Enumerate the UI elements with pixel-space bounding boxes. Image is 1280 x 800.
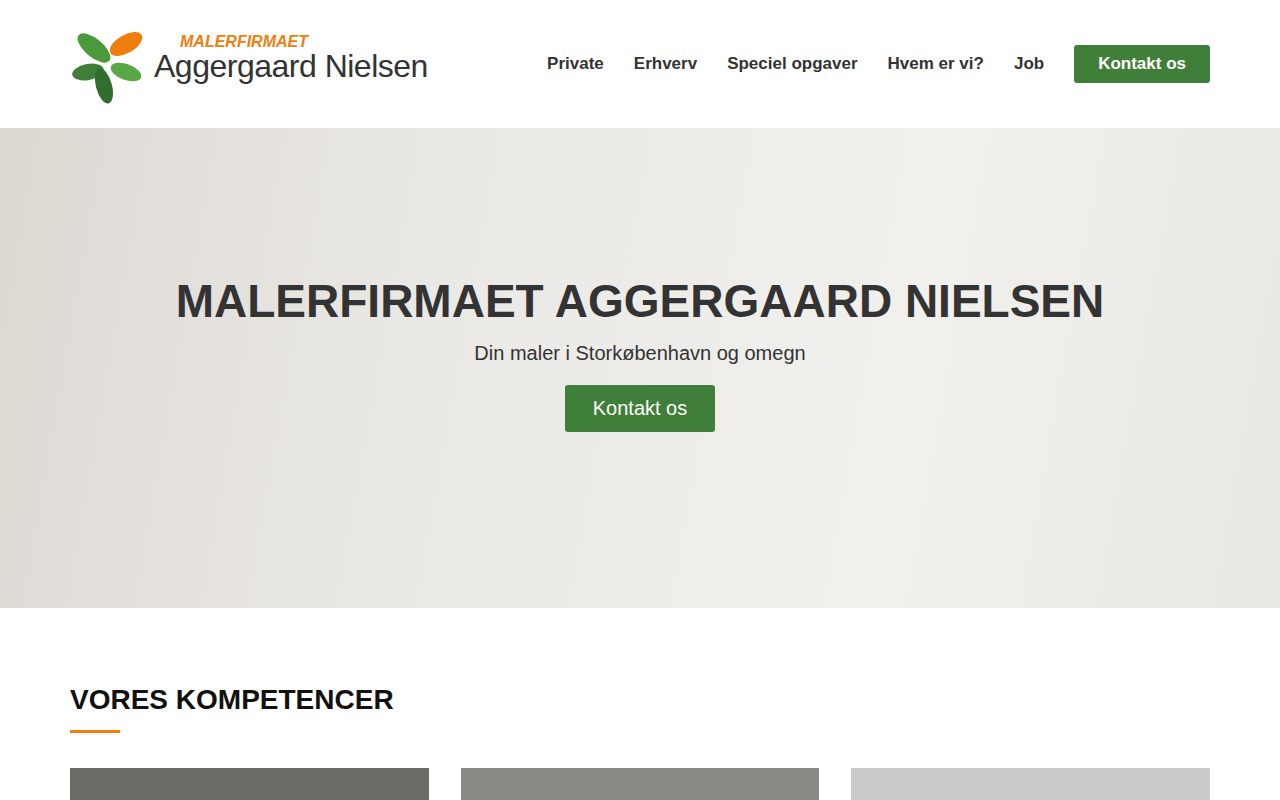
- contact-button[interactable]: Kontakt os: [1074, 45, 1210, 83]
- nav-item[interactable]: Job: [1014, 54, 1044, 74]
- competence-card[interactable]: [461, 768, 820, 800]
- title-underline: [70, 730, 120, 733]
- leaf-logo-icon: [70, 24, 150, 104]
- competences-section: VORES KOMPETENCER: [0, 608, 1280, 800]
- nav-item[interactable]: Erhverv: [634, 54, 697, 74]
- nav-item[interactable]: Private: [547, 54, 604, 74]
- hero-subtitle: Din maler i Storkøbenhavn og omegn: [474, 342, 805, 365]
- site-header: MALERFIRMAETAggergaard Nielsen Private Erh…: [0, 0, 1280, 128]
- main-nav: Private Erhverv Speciel opgaver Hvem er vi?…: [547, 45, 1210, 83]
- hero: MALERFIRMAET AGGERGAARD NIELSEN Din maler…: [0, 128, 1280, 608]
- competence-card[interactable]: [851, 768, 1210, 800]
- logo-top: MALERFIRMAET: [180, 34, 428, 50]
- nav-item[interactable]: Speciel opgaver: [727, 54, 857, 74]
- logo[interactable]: MALERFIRMAETAggergaard Nielsen: [70, 24, 428, 104]
- competence-card[interactable]: [70, 768, 429, 800]
- competence-cards: [70, 768, 1210, 800]
- hero-contact-button[interactable]: Kontakt os: [565, 385, 716, 432]
- nav-item[interactable]: Hvem er vi?: [888, 54, 984, 74]
- section-title: VORES KOMPETENCER: [70, 684, 1210, 716]
- hero-title: MALERFIRMAET AGGERGAARD NIELSEN: [176, 274, 1105, 328]
- logo-bottom: Aggergaard Nielsen: [154, 50, 428, 84]
